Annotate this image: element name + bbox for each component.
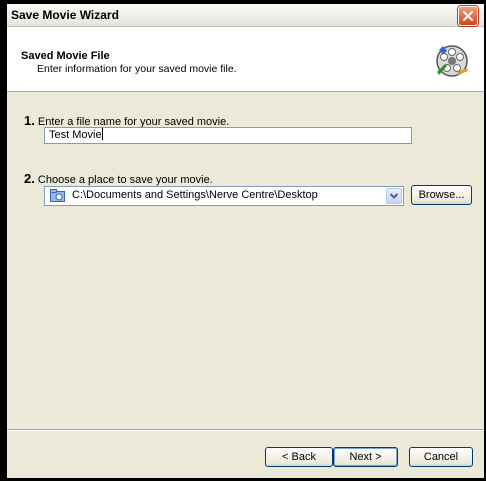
footer-divider	[7, 429, 484, 431]
browse-button[interactable]: Browse...	[411, 185, 472, 205]
close-icon	[463, 11, 473, 21]
header-subtitle: Enter information for your saved movie f…	[37, 63, 237, 75]
back-button[interactable]: < Back	[265, 447, 333, 467]
close-button[interactable]	[458, 6, 478, 26]
wizard-window: Save Movie Wizard Saved Movie File Enter…	[7, 4, 484, 478]
step-1-label: 1. Enter a file name for your saved movi…	[24, 113, 230, 128]
wizard-header: Saved Movie File Enter information for y…	[7, 27, 484, 92]
header-title: Saved Movie File	[21, 50, 110, 62]
folder-icon	[50, 189, 65, 202]
next-button[interactable]: Next >	[333, 447, 398, 467]
location-value: C:\Documents and Settings\Nerve Centre\D…	[72, 189, 318, 201]
title-bar[interactable]: Save Movie Wizard	[7, 4, 484, 27]
film-reel-icon	[436, 45, 468, 77]
filename-input[interactable]: Test Movie	[44, 127, 412, 144]
text-caret	[101, 128, 103, 140]
step-2-label: 2. Choose a place to save your movie.	[24, 171, 213, 186]
filename-value: Test Movie	[49, 129, 102, 141]
dropdown-button[interactable]	[386, 188, 402, 204]
chevron-down-icon	[389, 193, 399, 199]
save-location-select[interactable]: C:\Documents and Settings\Nerve Centre\D…	[44, 186, 404, 206]
window-title: Save Movie Wizard	[11, 8, 119, 22]
cancel-button[interactable]: Cancel	[409, 447, 473, 467]
